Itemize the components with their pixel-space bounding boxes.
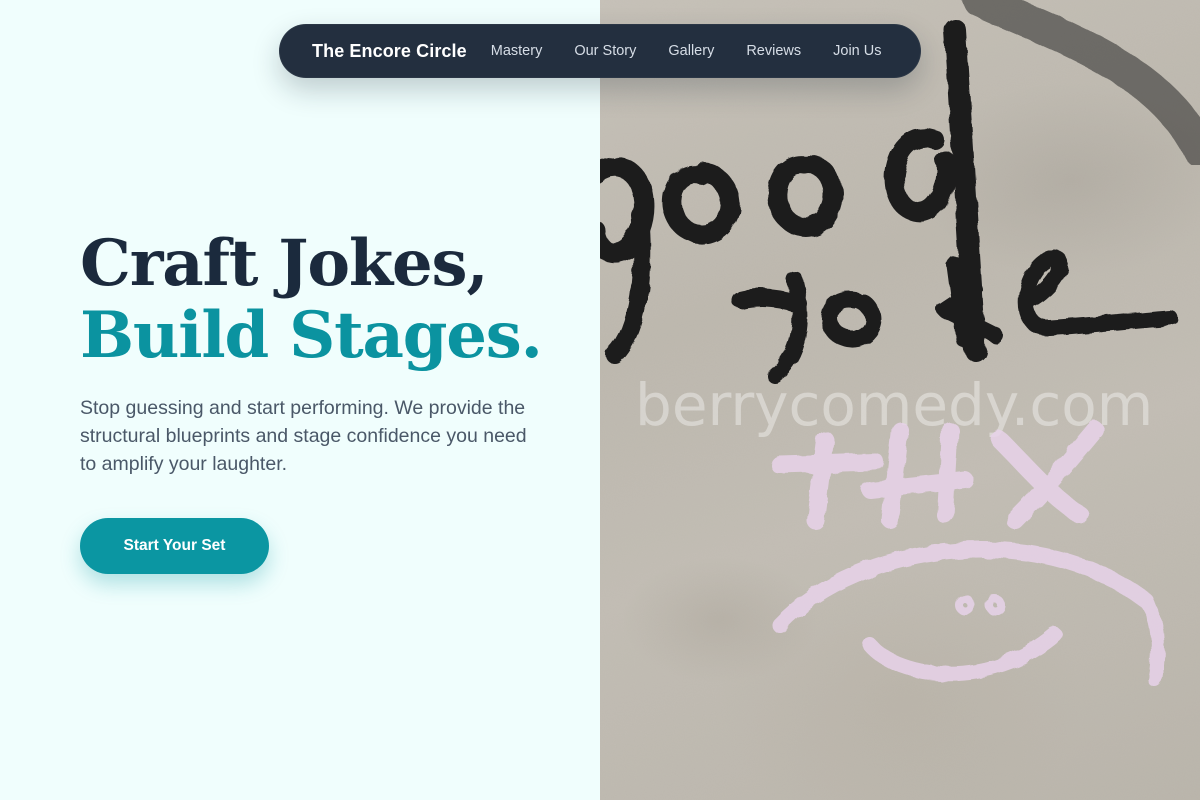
- nav-links: Mastery Our Story Gallery Reviews Join U…: [491, 43, 882, 59]
- hero-title-line-2: Build Stages.: [80, 298, 543, 373]
- hero-title: Craft Jokes, Build Stages.: [80, 226, 543, 373]
- nav-link-our-story[interactable]: Our Story: [574, 43, 636, 59]
- hero-text-pane: Craft Jokes, Build Stages. Stop guessing…: [0, 0, 600, 800]
- hero-description: Stop guessing and start performing. We p…: [80, 397, 527, 475]
- nav-link-mastery[interactable]: Mastery: [491, 43, 543, 59]
- nav-link-reviews[interactable]: Reviews: [746, 43, 801, 59]
- hero-title-line-1: Craft Jokes,: [80, 226, 489, 301]
- nav-link-gallery[interactable]: Gallery: [668, 43, 714, 59]
- nav-link-join-us[interactable]: Join Us: [833, 43, 881, 59]
- top-navigation: The Encore Circle Mastery Our Story Gall…: [279, 24, 921, 78]
- graffiti-wall-photo: berrycomedy.com: [600, 0, 1200, 800]
- brand-logo-link[interactable]: The Encore Circle: [312, 41, 467, 62]
- start-your-set-button[interactable]: Start Your Set: [80, 518, 269, 574]
- hero-image: berrycomedy.com: [600, 0, 1200, 800]
